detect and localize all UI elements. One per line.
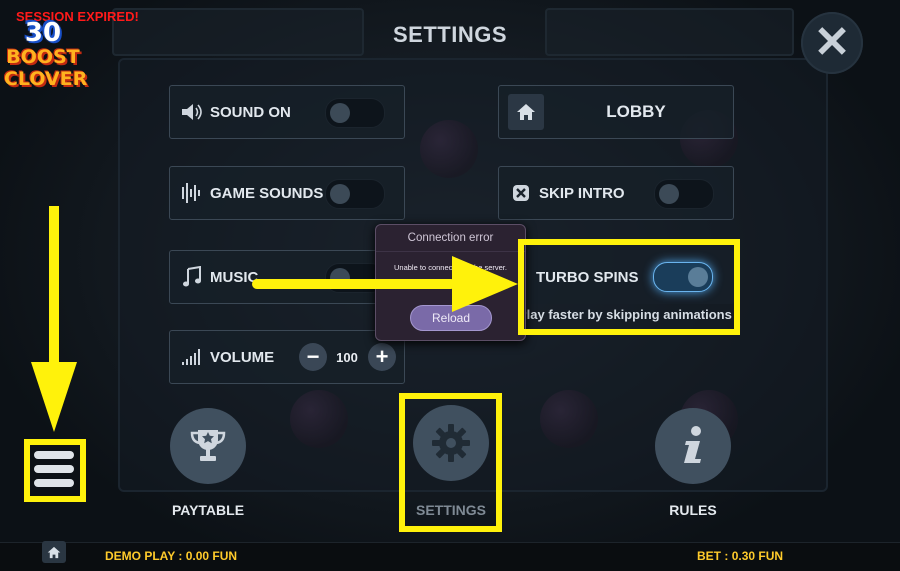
highlight-menu-box <box>24 439 86 502</box>
equalizer-icon <box>180 181 204 205</box>
volume-value: 100 <box>336 350 358 365</box>
sound-setting: SOUND ON <box>169 85 405 139</box>
skip-intro-toggle[interactable] <box>654 179 714 209</box>
bet-value: 0.30 FUN <box>731 549 784 563</box>
sound-label: SOUND ON <box>210 103 291 121</box>
speaker-icon <box>180 100 204 124</box>
home-icon[interactable] <box>42 541 66 563</box>
music-setting: MUSIC <box>169 250 405 304</box>
bet-label: BET : <box>697 549 729 563</box>
music-note-icon <box>180 265 204 289</box>
logo-word-2: CLOVER <box>4 68 88 90</box>
volume-decrease-button[interactable]: − <box>299 343 327 371</box>
demo-play-value: 0.00 FUN <box>185 549 238 563</box>
sound-toggle[interactable] <box>325 98 385 128</box>
game-sounds-toggle[interactable] <box>325 179 385 209</box>
paytable-label: PAYTABLE <box>171 502 245 518</box>
dialog-title: Connection error <box>376 225 525 252</box>
volume-increase-button[interactable]: + <box>368 343 396 371</box>
close-icon: ✕ <box>813 18 851 67</box>
demo-play-label: DEMO PLAY : <box>105 549 183 563</box>
rules-button[interactable] <box>655 408 731 484</box>
volume-label: VOLUME <box>210 348 275 366</box>
close-square-icon <box>509 181 533 205</box>
background-symbol <box>540 390 598 448</box>
arrow-down-head <box>31 362 77 432</box>
highlight-turbo-box <box>518 239 740 335</box>
game-sounds-setting: GAME SOUNDS <box>169 166 405 220</box>
page-title: SETTINGS <box>392 22 507 47</box>
signal-bars-icon <box>180 345 204 369</box>
game-sounds-label: GAME SOUNDS <box>210 184 324 202</box>
arrow-right-head <box>452 256 518 312</box>
highlight-settings-box <box>399 393 502 532</box>
demo-play-balance: DEMO PLAY : 0.00 FUN <box>105 549 237 563</box>
skip-intro-setting: SKIP INTRO <box>498 166 734 220</box>
bet-display: BET : 0.30 FUN <box>697 549 783 563</box>
lobby-label: LOBBY <box>606 102 666 121</box>
skip-intro-label: SKIP INTRO <box>539 184 625 202</box>
paytable-button[interactable] <box>170 408 246 484</box>
trophy-icon <box>190 430 226 461</box>
home-icon <box>508 94 544 130</box>
info-icon <box>684 426 701 463</box>
logo-word-1: BOOST <box>6 46 80 68</box>
background-symbol <box>290 390 348 448</box>
arrow-down-shaft <box>49 206 59 366</box>
rules-label: RULES <box>669 502 717 518</box>
close-button[interactable]: ✕ <box>801 12 863 74</box>
arrow-right-shaft <box>252 279 456 289</box>
background-symbol <box>420 120 478 178</box>
